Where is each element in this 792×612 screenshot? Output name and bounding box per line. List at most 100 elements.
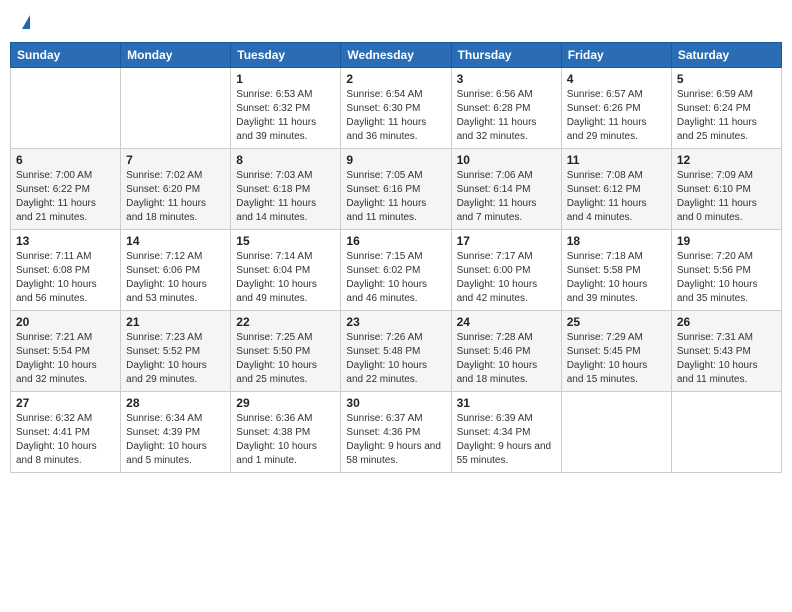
calendar-cell: 6 Sunrise: 7:00 AM Sunset: 6:22 PM Daylig…	[11, 149, 121, 230]
calendar-cell: 1 Sunrise: 6:53 AM Sunset: 6:32 PM Daylig…	[231, 68, 341, 149]
day-info: Sunrise: 6:53 AM Sunset: 6:32 PM Dayligh…	[236, 88, 335, 144]
day-info: Sunrise: 7:25 AM Sunset: 5:50 PM Dayligh…	[236, 331, 335, 387]
day-info: Sunrise: 6:59 AM Sunset: 6:24 PM Dayligh…	[677, 88, 776, 144]
day-number: 6	[16, 153, 115, 167]
day-info: Sunrise: 7:08 AM Sunset: 6:12 PM Dayligh…	[567, 169, 666, 225]
day-info: Sunrise: 6:32 AM Sunset: 4:41 PM Dayligh…	[16, 412, 115, 468]
day-info: Sunrise: 7:29 AM Sunset: 5:45 PM Dayligh…	[567, 331, 666, 387]
day-info: Sunrise: 7:02 AM Sunset: 6:20 PM Dayligh…	[126, 169, 225, 225]
day-number: 27	[16, 396, 115, 410]
day-number: 3	[457, 72, 556, 86]
day-number: 11	[567, 153, 666, 167]
calendar-cell: 27 Sunrise: 6:32 AM Sunset: 4:41 PM Dayli…	[11, 392, 121, 473]
calendar-cell: 5 Sunrise: 6:59 AM Sunset: 6:24 PM Daylig…	[671, 68, 781, 149]
day-info: Sunrise: 7:05 AM Sunset: 6:16 PM Dayligh…	[346, 169, 445, 225]
day-info: Sunrise: 7:09 AM Sunset: 6:10 PM Dayligh…	[677, 169, 776, 225]
day-number: 12	[677, 153, 776, 167]
calendar-cell: 3 Sunrise: 6:56 AM Sunset: 6:28 PM Daylig…	[451, 68, 561, 149]
day-number: 10	[457, 153, 556, 167]
calendar-week-row: 6 Sunrise: 7:00 AM Sunset: 6:22 PM Daylig…	[11, 149, 782, 230]
day-number: 25	[567, 315, 666, 329]
day-number: 26	[677, 315, 776, 329]
calendar-cell: 24Sunrise: 7:28 AM Sunset: 5:46 PM Dayli…	[451, 311, 561, 392]
calendar-cell: 15 Sunrise: 7:14 AM Sunset: 6:04 PM Dayli…	[231, 230, 341, 311]
day-number: 4	[567, 72, 666, 86]
day-number: 1	[236, 72, 335, 86]
calendar-cell: 28 Sunrise: 6:34 AM Sunset: 4:39 PM Dayli…	[121, 392, 231, 473]
weekday-header-saturday: Saturday	[671, 43, 781, 68]
day-info: Sunrise: 7:17 AM Sunset: 6:00 PM Dayligh…	[457, 250, 556, 306]
calendar-week-row: 27 Sunrise: 6:32 AM Sunset: 4:41 PM Dayli…	[11, 392, 782, 473]
logo-icon	[22, 15, 30, 29]
day-number: 15	[236, 234, 335, 248]
calendar-cell: 22Sunrise: 7:25 AM Sunset: 5:50 PM Dayli…	[231, 311, 341, 392]
day-number: 13	[16, 234, 115, 248]
calendar-cell: 18 Sunrise: 7:18 AM Sunset: 5:58 PM Dayli…	[561, 230, 671, 311]
day-info: Sunrise: 7:14 AM Sunset: 6:04 PM Dayligh…	[236, 250, 335, 306]
day-number: 28	[126, 396, 225, 410]
weekday-header-tuesday: Tuesday	[231, 43, 341, 68]
day-number: 2	[346, 72, 445, 86]
day-number: 17	[457, 234, 556, 248]
day-info: Sunrise: 7:12 AM Sunset: 6:06 PM Dayligh…	[126, 250, 225, 306]
day-info: Sunrise: 6:34 AM Sunset: 4:39 PM Dayligh…	[126, 412, 225, 468]
calendar-cell	[561, 392, 671, 473]
calendar-cell: 8 Sunrise: 7:03 AM Sunset: 6:18 PM Daylig…	[231, 149, 341, 230]
calendar-cell: 21 Sunrise: 7:23 AM Sunset: 5:52 PM Dayli…	[121, 311, 231, 392]
calendar-cell: 7Sunrise: 7:02 AM Sunset: 6:20 PM Daylig…	[121, 149, 231, 230]
day-info: Sunrise: 7:03 AM Sunset: 6:18 PM Dayligh…	[236, 169, 335, 225]
day-number: 18	[567, 234, 666, 248]
day-info: Sunrise: 7:18 AM Sunset: 5:58 PM Dayligh…	[567, 250, 666, 306]
day-info: Sunrise: 7:00 AM Sunset: 6:22 PM Dayligh…	[16, 169, 115, 225]
day-number: 23	[346, 315, 445, 329]
calendar-cell: 26 Sunrise: 7:31 AM Sunset: 5:43 PM Dayli…	[671, 311, 781, 392]
calendar-cell: 11 Sunrise: 7:08 AM Sunset: 6:12 PM Dayli…	[561, 149, 671, 230]
calendar-cell	[11, 68, 121, 149]
day-info: Sunrise: 7:31 AM Sunset: 5:43 PM Dayligh…	[677, 331, 776, 387]
day-number: 31	[457, 396, 556, 410]
calendar-cell: 4 Sunrise: 6:57 AM Sunset: 6:26 PM Daylig…	[561, 68, 671, 149]
day-number: 16	[346, 234, 445, 248]
day-number: 29	[236, 396, 335, 410]
calendar-cell: 16 Sunrise: 7:15 AM Sunset: 6:02 PM Dayli…	[341, 230, 451, 311]
calendar-cell: 2 Sunrise: 6:54 AM Sunset: 6:30 PM Daylig…	[341, 68, 451, 149]
day-info: Sunrise: 6:39 AM Sunset: 4:34 PM Dayligh…	[457, 412, 556, 468]
calendar-week-row: 13Sunrise: 7:11 AM Sunset: 6:08 PM Dayli…	[11, 230, 782, 311]
day-info: Sunrise: 6:37 AM Sunset: 4:36 PM Dayligh…	[346, 412, 445, 468]
calendar-cell: 9 Sunrise: 7:05 AM Sunset: 6:16 PM Daylig…	[341, 149, 451, 230]
calendar-cell: 19Sunrise: 7:20 AM Sunset: 5:56 PM Dayli…	[671, 230, 781, 311]
weekday-header-monday: Monday	[121, 43, 231, 68]
day-info: Sunrise: 7:21 AM Sunset: 5:54 PM Dayligh…	[16, 331, 115, 387]
day-number: 21	[126, 315, 225, 329]
logo	[20, 15, 30, 29]
calendar-cell: 17 Sunrise: 7:17 AM Sunset: 6:00 PM Dayli…	[451, 230, 561, 311]
calendar-cell: 20 Sunrise: 7:21 AM Sunset: 5:54 PM Dayli…	[11, 311, 121, 392]
calendar-cell: 31 Sunrise: 6:39 AM Sunset: 4:34 PM Dayli…	[451, 392, 561, 473]
calendar-cell: 14 Sunrise: 7:12 AM Sunset: 6:06 PM Dayli…	[121, 230, 231, 311]
day-info: Sunrise: 6:57 AM Sunset: 6:26 PM Dayligh…	[567, 88, 666, 144]
weekday-header-friday: Friday	[561, 43, 671, 68]
calendar-cell: 30 Sunrise: 6:37 AM Sunset: 4:36 PM Dayli…	[341, 392, 451, 473]
calendar-week-row: 20 Sunrise: 7:21 AM Sunset: 5:54 PM Dayli…	[11, 311, 782, 392]
day-number: 9	[346, 153, 445, 167]
day-info: Sunrise: 7:23 AM Sunset: 5:52 PM Dayligh…	[126, 331, 225, 387]
day-info: Sunrise: 6:56 AM Sunset: 6:28 PM Dayligh…	[457, 88, 556, 144]
calendar-cell: 23Sunrise: 7:26 AM Sunset: 5:48 PM Dayli…	[341, 311, 451, 392]
calendar-week-row: 1 Sunrise: 6:53 AM Sunset: 6:32 PM Daylig…	[11, 68, 782, 149]
calendar-cell: 25 Sunrise: 7:29 AM Sunset: 5:45 PM Dayli…	[561, 311, 671, 392]
calendar-cell: 12 Sunrise: 7:09 AM Sunset: 6:10 PM Dayli…	[671, 149, 781, 230]
day-number: 24	[457, 315, 556, 329]
weekday-header-thursday: Thursday	[451, 43, 561, 68]
calendar-cell: 10Sunrise: 7:06 AM Sunset: 6:14 PM Dayli…	[451, 149, 561, 230]
day-info: Sunrise: 7:20 AM Sunset: 5:56 PM Dayligh…	[677, 250, 776, 306]
day-number: 5	[677, 72, 776, 86]
calendar-table: SundayMondayTuesdayWednesdayThursdayFrid…	[10, 42, 782, 473]
day-number: 20	[16, 315, 115, 329]
day-info: Sunrise: 7:15 AM Sunset: 6:02 PM Dayligh…	[346, 250, 445, 306]
day-info: Sunrise: 6:36 AM Sunset: 4:38 PM Dayligh…	[236, 412, 335, 468]
day-number: 8	[236, 153, 335, 167]
day-number: 30	[346, 396, 445, 410]
day-info: Sunrise: 6:54 AM Sunset: 6:30 PM Dayligh…	[346, 88, 445, 144]
weekday-header-wednesday: Wednesday	[341, 43, 451, 68]
day-number: 14	[126, 234, 225, 248]
